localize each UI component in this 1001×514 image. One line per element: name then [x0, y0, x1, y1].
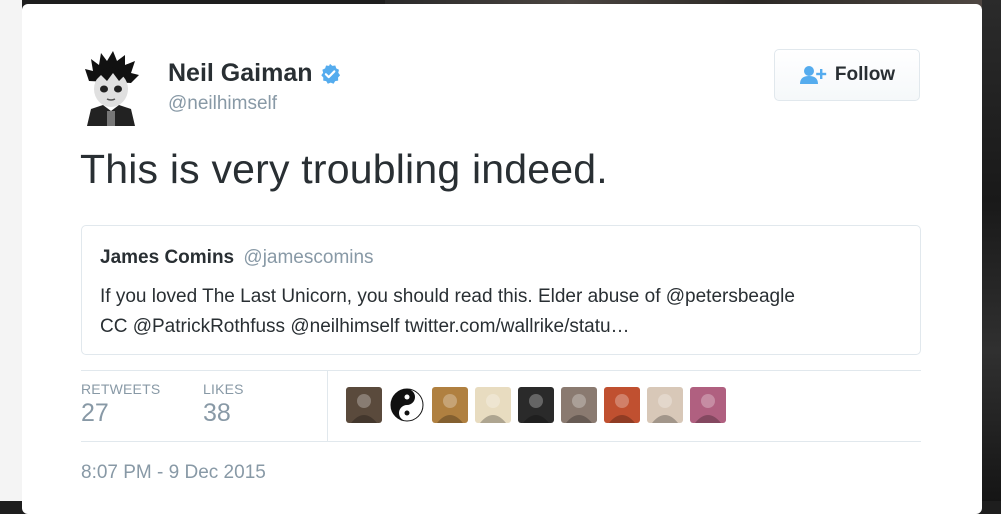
liker-avatar-icon[interactable]	[561, 387, 597, 423]
likes-label: LIKES	[203, 381, 244, 397]
liker-avatar-icon[interactable]	[346, 387, 382, 423]
follow-button-label: Follow	[834, 64, 896, 85]
liker-avatar-icon[interactable]	[647, 387, 683, 423]
cartoon-avatar-icon[interactable]	[81, 51, 141, 126]
liker-avatar-icon[interactable]	[518, 387, 554, 423]
liker-avatar-icon[interactable]	[604, 387, 640, 423]
liker-avatar-icon[interactable]	[475, 387, 511, 423]
quoted-tweet-text-line2: CC @PatrickRothfuss @neilhimself twitter…	[100, 316, 630, 337]
liker-avatar-icon[interactable]	[690, 387, 726, 423]
tweet-stats: RETWEETS 27 LIKES 38	[81, 370, 921, 442]
retweets-count: 27	[81, 399, 109, 427]
likes-count: 38	[203, 399, 231, 427]
tweet-text: This is very troubling indeed.	[80, 146, 608, 192]
quoted-tweet-header: James Comins @jamescomins	[100, 247, 374, 269]
tweet-timestamp[interactable]: 8:07 PM - 9 Dec 2015	[81, 462, 266, 484]
quoted-tweet[interactable]: James Comins @jamescomins If you loved T…	[81, 225, 921, 355]
liker-avatars	[346, 387, 733, 423]
retweets-label: RETWEETS	[81, 381, 161, 397]
yin-yang-avatar-icon[interactable]	[389, 387, 425, 423]
author-name[interactable]: Neil Gaiman	[168, 59, 313, 88]
liker-avatar-icon[interactable]	[432, 387, 468, 423]
retweets-stat[interactable]: RETWEETS 27	[81, 381, 160, 428]
author-handle[interactable]: @neilhimself	[168, 93, 277, 115]
likes-stat[interactable]: LIKES 38	[203, 381, 244, 428]
background-left	[0, 0, 22, 501]
tweet-card: Neil Gaiman @neilhimself Follow This is …	[22, 4, 982, 514]
quoted-author-handle: @jamescomins	[243, 247, 374, 268]
quoted-tweet-text-line1: If you loved The Last Unicorn, you shoul…	[100, 286, 795, 307]
author-name-row: Neil Gaiman	[168, 59, 341, 88]
background-right	[982, 0, 1001, 501]
add-user-icon	[799, 66, 827, 84]
follow-button[interactable]: Follow	[774, 49, 920, 101]
verified-badge-icon	[320, 63, 340, 84]
stats-divider	[327, 371, 328, 441]
quoted-author-name: James Comins	[100, 247, 235, 268]
